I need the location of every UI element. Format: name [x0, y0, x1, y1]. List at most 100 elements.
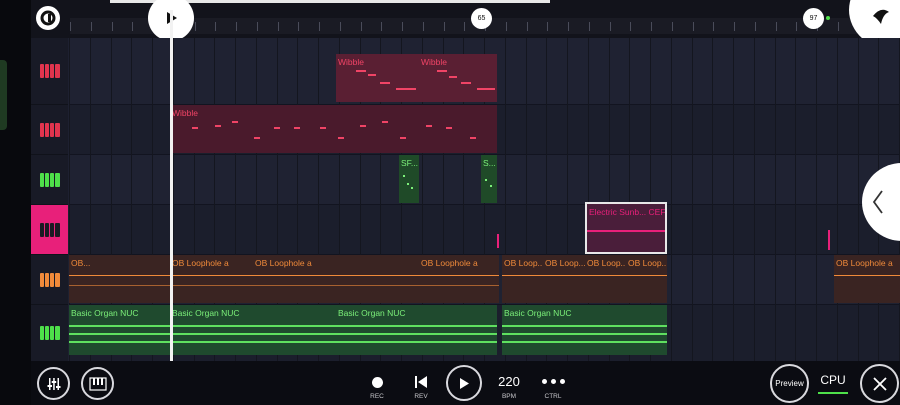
clip-label: Wibble: [338, 57, 364, 67]
track-1-icon-button[interactable]: [31, 38, 68, 105]
clip-ob-2[interactable]: OB Loophole a: [170, 255, 253, 303]
clip-organ-4[interactable]: Basic Organ NUC: [502, 305, 667, 355]
record-button[interactable]: [372, 377, 383, 388]
piano-icon: [39, 122, 60, 137]
clip-ob-5[interactable]: OB Loop...: [502, 255, 543, 303]
track-5-icon-button[interactable]: [31, 255, 68, 305]
rewind-button[interactable]: [414, 375, 428, 394]
clip-ob-8[interactable]: OB Loop...: [626, 255, 667, 303]
marker-65[interactable]: 65: [471, 8, 492, 29]
clip-sf-2[interactable]: S...: [481, 155, 497, 203]
clip-organ-1[interactable]: Basic Organ NUC: [69, 305, 170, 355]
track-4-icon-button[interactable]: [31, 205, 68, 255]
grid-line: [836, 38, 838, 361]
clip-label: OB Loophole a: [421, 258, 478, 268]
grid-line: [670, 38, 672, 361]
ruler-tick: [90, 22, 92, 31]
clip-electric-selected[interactable]: Electric Sunb... CEF: [585, 202, 667, 254]
clip-ob-6[interactable]: OB Loop...: [543, 255, 585, 303]
ctrl-button[interactable]: [542, 379, 565, 384]
ruler-tick: [215, 22, 217, 31]
clip-ob-9[interactable]: OB Loophole a: [834, 255, 900, 303]
piano-icon: [39, 64, 60, 78]
track-2-icon-button[interactable]: [31, 105, 68, 155]
marker-97[interactable]: 97: [803, 8, 824, 29]
ruler-tick: [671, 22, 673, 31]
clip-sf-1[interactable]: SF...: [399, 155, 419, 203]
clip-ob-1[interactable]: OB...: [69, 255, 170, 303]
ctrl-label: CTRL: [544, 393, 562, 400]
chevron-left-icon: [872, 190, 883, 214]
ruler-tick: [651, 22, 652, 31]
clip-label: OB Loophole a: [836, 258, 893, 268]
rev-label: REV: [414, 393, 428, 400]
ruler-tick: [796, 22, 798, 31]
clip-label: Basic Organ NUC: [172, 308, 240, 318]
grid-line: [816, 38, 817, 361]
preview-button[interactable]: Preview: [770, 364, 809, 403]
pink-marker: [828, 230, 830, 250]
clip-ob-3[interactable]: OB Loophole a: [253, 255, 336, 303]
piano-icon: [39, 326, 60, 340]
ruler-tick: [339, 22, 341, 31]
left-panel-handle[interactable]: [0, 60, 7, 130]
close-icon: [872, 376, 887, 391]
clip-label: OB Loop...: [504, 258, 543, 268]
grid-line: [857, 38, 859, 361]
playhead-line[interactable]: [170, 10, 173, 362]
clip-organ-3[interactable]: Basic Organ NUC: [336, 305, 497, 355]
cpu-button[interactable]: CPU: [816, 373, 850, 387]
clip-label: SF...: [401, 158, 419, 168]
ruler-tick: [319, 22, 320, 31]
piano-roll-button[interactable]: [81, 367, 114, 400]
ruler-tick: [70, 22, 71, 31]
fl-logo-icon: [40, 10, 56, 26]
clip-label: Electric Sunb... CEF: [589, 207, 666, 217]
clip-wibble-1[interactable]: Wibble: [336, 54, 419, 102]
grid-line: [774, 38, 776, 361]
preview-label: Preview: [775, 379, 804, 388]
ruler-tick: [277, 22, 279, 31]
bpm-label: BPM: [501, 393, 517, 400]
ruler-tick: [837, 22, 839, 31]
clip-wibble-2[interactable]: Wibble: [419, 54, 497, 102]
ruler-tick: [630, 22, 632, 31]
close-button[interactable]: [860, 364, 899, 403]
ruler-tick: [588, 22, 590, 31]
clip-label: OB Loop...: [628, 258, 667, 268]
ruler-tick: [734, 22, 735, 31]
clip-ob-7[interactable]: OB Loop...: [585, 255, 626, 303]
fl-logo-button[interactable]: [36, 6, 60, 30]
rewind-icon: [415, 376, 427, 388]
clip-organ-2[interactable]: Basic Organ NUC: [170, 305, 336, 355]
play-button[interactable]: [446, 365, 482, 401]
ruler-tick: [402, 22, 403, 31]
rec-label: REC: [370, 393, 384, 400]
clip-label: Basic Organ NUC: [504, 308, 572, 318]
ruler-tick: [422, 22, 424, 31]
ruler-tick: [464, 22, 466, 31]
mixer-button[interactable]: [37, 367, 70, 400]
ruler-tick: [692, 22, 694, 31]
clip-label: OB...: [71, 258, 91, 268]
mixer-icon: [47, 377, 60, 390]
fruit-icon: [873, 9, 889, 24]
clip-ob-4[interactable]: OB Loophole a: [419, 255, 499, 303]
clip-ob-4b[interactable]: [336, 255, 419, 303]
pink-marker: [497, 234, 499, 248]
track-6-icon-button[interactable]: [31, 305, 68, 362]
cpu-label: CPU: [820, 373, 846, 387]
grid-line: [691, 38, 693, 361]
ruler-tick: [194, 22, 196, 31]
piano-keys-icon: [88, 376, 107, 391]
piano-icon: [39, 222, 60, 237]
playlist-area[interactable]: Wibble Wibble Wibble SF... S... Electric…: [31, 38, 900, 362]
clip-label: OB Loop...: [587, 258, 626, 268]
ruler-tick: [132, 22, 134, 31]
track-3-icon-button[interactable]: [31, 155, 68, 205]
clip-wibble-3[interactable]: Wibble: [170, 105, 497, 153]
bpm-value[interactable]: 220: [493, 374, 525, 389]
ruler-tick: [775, 22, 777, 31]
clip-label: S...: [483, 158, 496, 168]
transport-bar: REC REV 220 BPM CTRL Preview CPU: [31, 361, 900, 405]
